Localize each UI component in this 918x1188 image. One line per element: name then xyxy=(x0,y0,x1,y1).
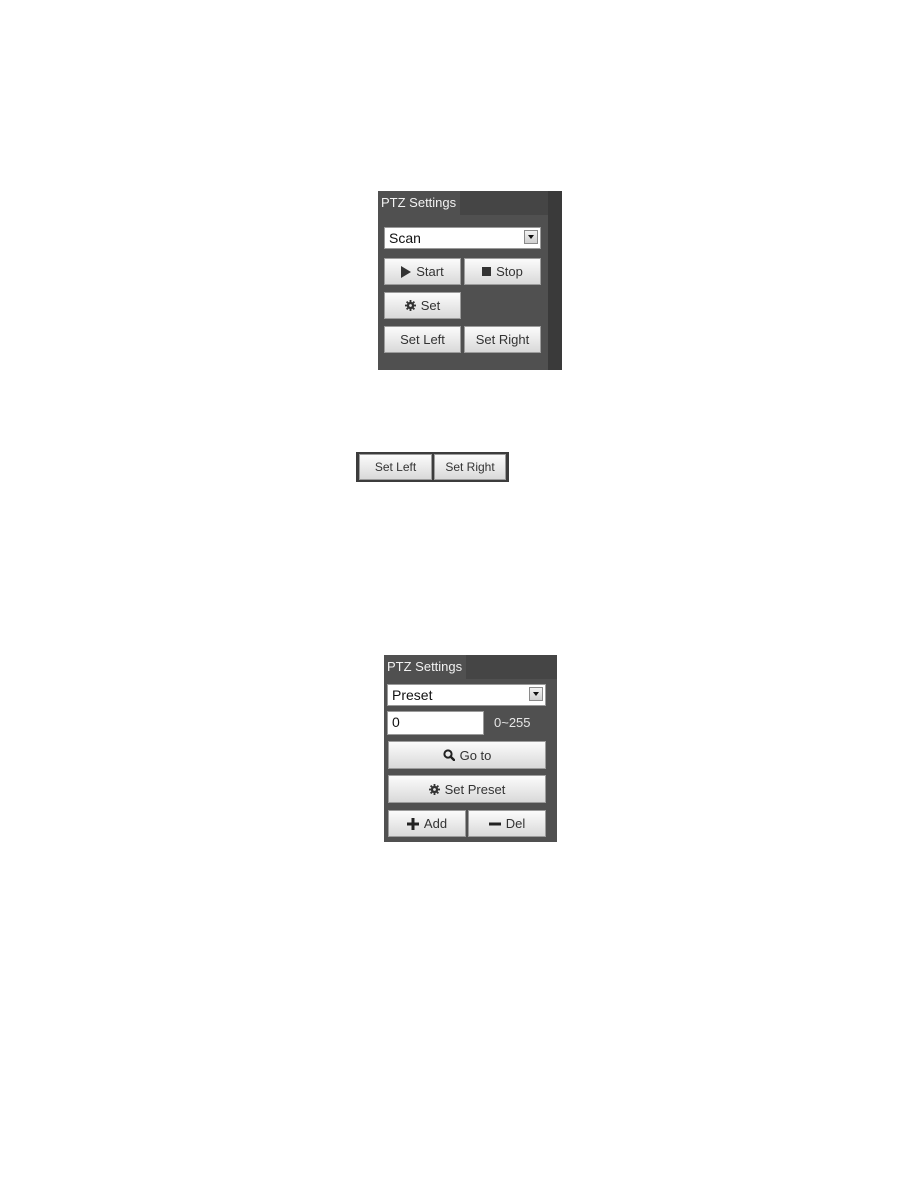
ptz-mode-select[interactable]: Preset xyxy=(387,684,546,706)
set-button[interactable]: Set xyxy=(384,292,461,319)
ptz-settings-panel-scan: PTZ Settings Scan Start Stop Set Set Lef… xyxy=(378,191,562,370)
chevron-down-icon[interactable] xyxy=(524,230,538,244)
chevron-down-icon[interactable] xyxy=(529,687,543,701)
set-preset-button-label: Set Preset xyxy=(444,781,506,797)
set-button-label: Set xyxy=(420,298,441,313)
set-left-right-strip: Set Left Set Right xyxy=(356,452,509,482)
set-right-button[interactable]: Set Right xyxy=(434,454,506,480)
set-right-button-label: Set Right xyxy=(445,460,495,474)
plus-icon xyxy=(406,817,419,830)
set-left-button[interactable]: Set Left xyxy=(359,454,432,480)
stop-button-label: Stop xyxy=(496,264,523,279)
add-button[interactable]: Add xyxy=(388,810,466,837)
add-button-label: Add xyxy=(423,816,448,831)
go-to-button[interactable]: Go to xyxy=(388,741,546,769)
stop-icon xyxy=(482,267,492,276)
ptz-settings-panel-preset: PTZ Settings Preset 0 0~255 Go to Set Pr… xyxy=(384,655,557,842)
minus-icon xyxy=(488,822,501,825)
gear-icon xyxy=(404,300,416,311)
stop-button[interactable]: Stop xyxy=(464,258,541,285)
ptz-mode-select-value: Scan xyxy=(389,230,421,246)
tab-ptz-settings[interactable]: PTZ Settings xyxy=(378,191,461,215)
start-button-label: Start xyxy=(416,264,444,279)
go-to-button-label: Go to xyxy=(459,747,492,763)
set-right-button[interactable]: Set Right xyxy=(464,326,541,353)
set-left-button-label: Set Left xyxy=(400,332,445,347)
set-preset-button[interactable]: Set Preset xyxy=(388,775,546,803)
preset-number-input[interactable]: 0 xyxy=(387,711,484,735)
preset-number-value: 0 xyxy=(392,714,400,730)
panel-side-strip xyxy=(548,191,562,370)
ptz-mode-select[interactable]: Scan xyxy=(384,227,541,249)
set-right-button-label: Set Right xyxy=(475,332,530,347)
del-button-label: Del xyxy=(505,816,526,831)
play-icon xyxy=(401,265,412,278)
gear-icon xyxy=(428,783,440,795)
preset-range-label: 0~255 xyxy=(494,715,531,730)
search-icon xyxy=(442,749,455,761)
start-button[interactable]: Start xyxy=(384,258,461,285)
set-left-button-label: Set Left xyxy=(374,460,417,474)
tab-ptz-settings[interactable]: PTZ Settings xyxy=(384,655,467,679)
del-button[interactable]: Del xyxy=(468,810,546,837)
set-left-button[interactable]: Set Left xyxy=(384,326,461,353)
ptz-mode-select-value: Preset xyxy=(392,687,433,703)
